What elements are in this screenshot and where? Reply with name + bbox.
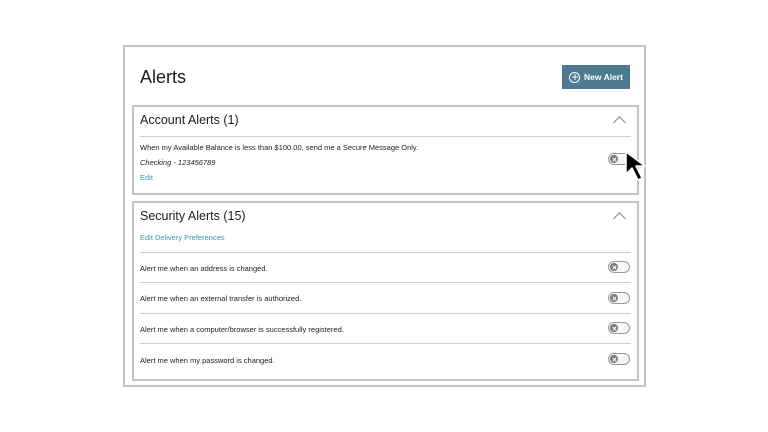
security-alerts-title: Security Alerts (15) [140,209,246,223]
plus-circle-icon [569,71,581,83]
security-alert-toggle-password[interactable] [608,353,630,365]
divider [140,136,631,137]
divider [140,313,631,314]
toggle-off-icon [610,355,618,363]
alerts-panel: Alerts New Alert Account Alerts (1) When… [123,45,646,387]
account-alert-edit-link[interactable]: Edit [140,173,153,182]
chevron-up-icon[interactable] [613,212,626,225]
account-alerts-title: Account Alerts (1) [140,113,239,127]
account-alert-message: When my Available Balance is less than $… [140,143,419,152]
security-alert-label: Alert me when an external transfer is au… [140,294,302,303]
page-title: Alerts [140,67,187,87]
security-alerts-section: Security Alerts (15) Edit Delivery Prefe… [132,201,639,381]
new-alert-label: New Alert [584,72,623,82]
new-alert-button[interactable]: New Alert [562,65,630,89]
security-alert-label: Alert me when an address is changed. [140,264,268,273]
toggle-off-icon [610,263,618,271]
divider [140,343,631,344]
toggle-off-icon [610,294,618,302]
divider [140,282,631,283]
mouse-pointer-icon [625,151,646,181]
security-alert-toggle-browser[interactable] [608,322,630,334]
toggle-off-icon [610,155,618,163]
security-alert-toggle-address[interactable] [608,261,630,273]
divider [140,252,631,253]
toggle-off-icon [610,324,618,332]
account-alerts-section: Account Alerts (1) When my Available Bal… [132,105,639,195]
edit-delivery-preferences-link[interactable]: Edit Delivery Preferences [140,233,225,242]
security-alert-toggle-transfer[interactable] [608,292,630,304]
account-alert-account: Checking - 123456789 [140,158,216,167]
security-alert-label: Alert me when my password is changed. [140,356,275,365]
chevron-up-icon[interactable] [613,116,626,129]
security-alert-label: Alert me when a computer/browser is succ… [140,325,344,334]
